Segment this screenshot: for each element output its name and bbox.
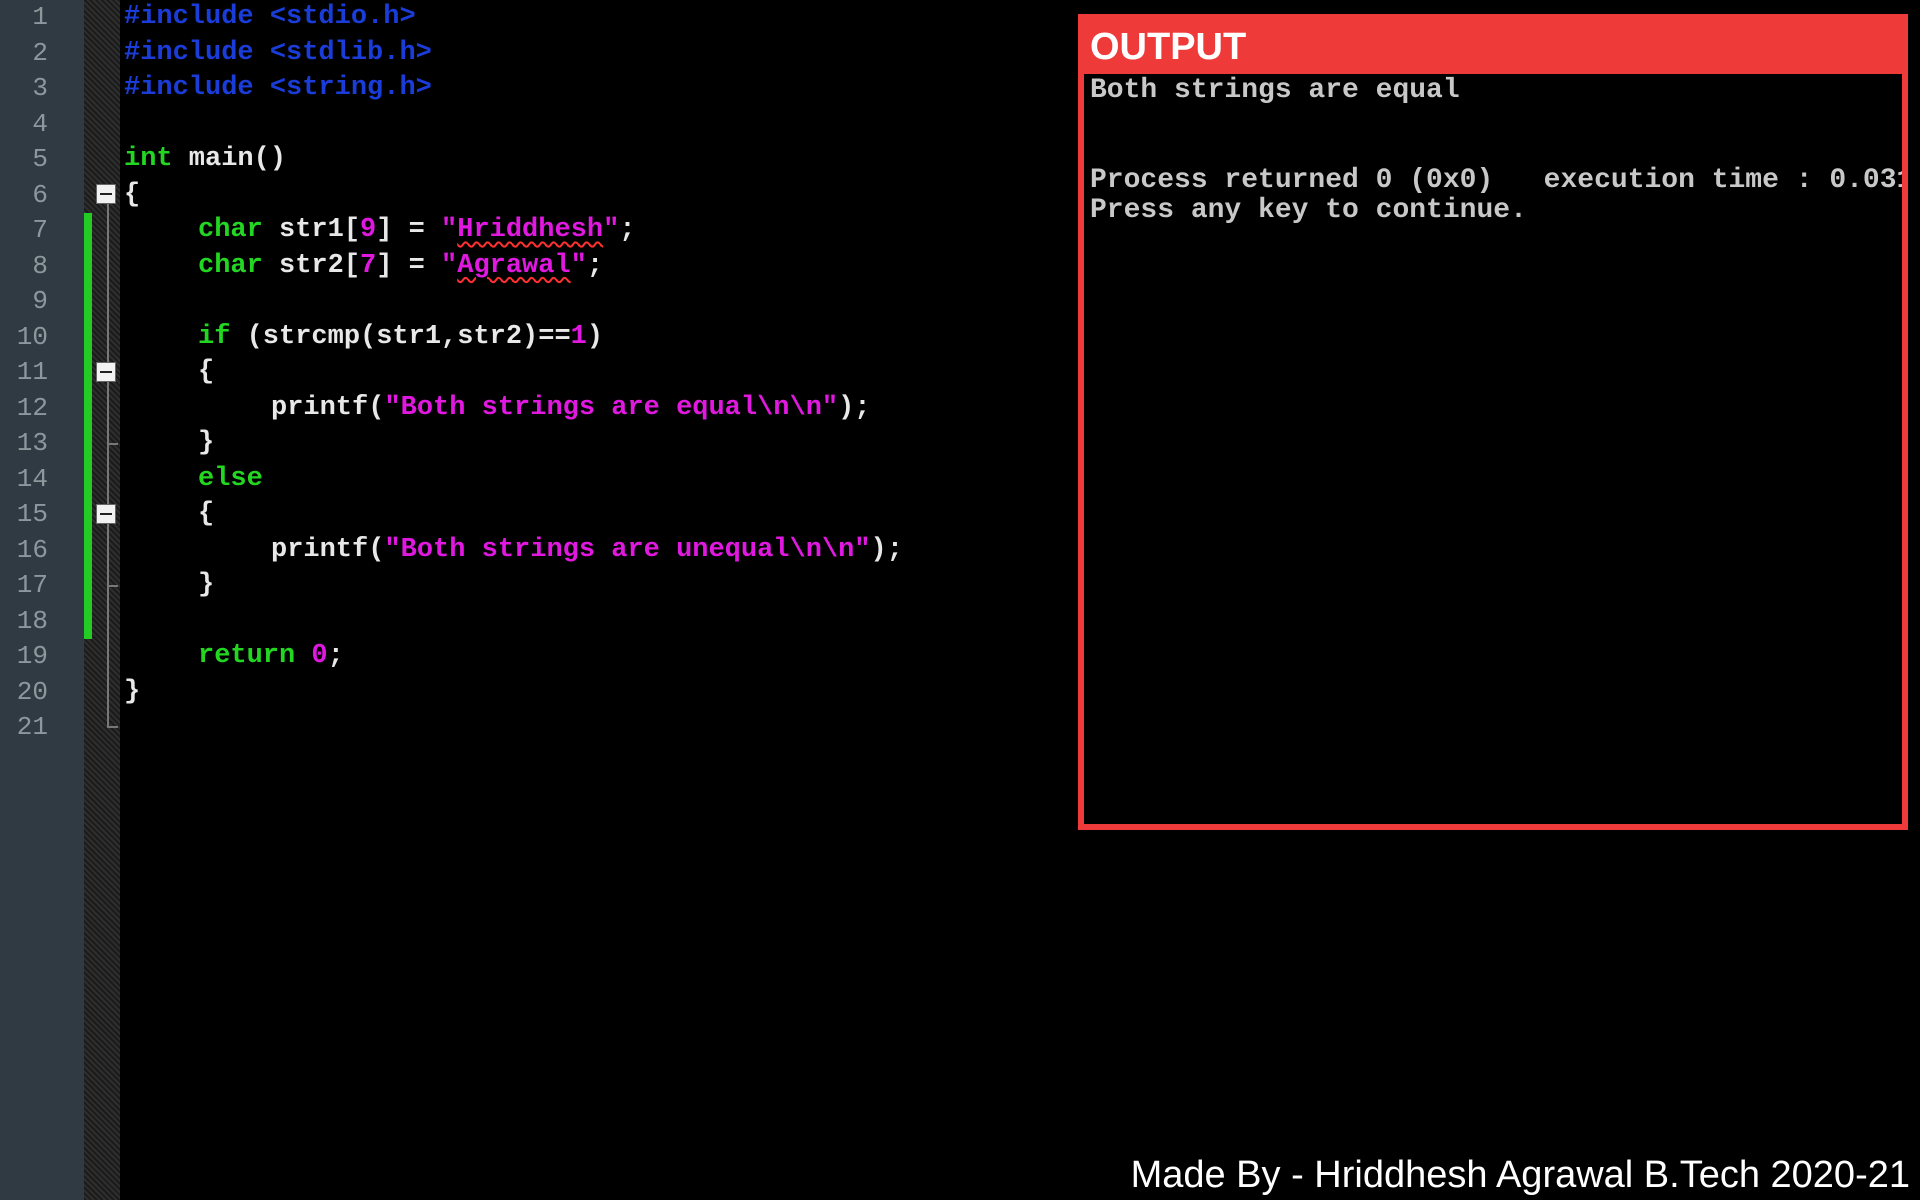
code-line-1: #include <stdio.h>	[124, 2, 416, 32]
line-number: 10	[16, 321, 48, 352]
string-literal: "Both strings are unequal\n\n"	[384, 534, 871, 565]
number-literal: 9	[360, 215, 377, 245]
keyword: return	[198, 641, 296, 671]
line-number: 9	[32, 286, 48, 316]
console-line: Both strings are equal	[1090, 75, 1460, 106]
line-number: 16	[16, 534, 48, 565]
code-text: ;	[586, 250, 604, 281]
line-number: 1	[32, 2, 48, 32]
fold-collapse-icon[interactable]	[96, 362, 116, 382]
string-quote: "	[570, 250, 587, 281]
fold-guide-line	[107, 204, 109, 728]
console-output: Both strings are equal Process returned …	[1090, 76, 1902, 824]
code-line-8: char str2[7] = "Agrawal";	[198, 249, 603, 285]
code-text: ] =	[376, 250, 442, 281]
keyword: int	[124, 144, 173, 174]
code-text: printf(	[271, 534, 385, 565]
line-number: 8	[32, 250, 48, 281]
output-title: OUTPUT	[1084, 20, 1902, 74]
output-panel: OUTPUT Both strings are equal Process re…	[1078, 14, 1908, 830]
code-line-7: char str1[9] = "Hriddhesh";	[198, 213, 635, 249]
fold-end-marker	[108, 443, 118, 445]
code-line-10: if (strcmp(str1,str2)==1)	[198, 320, 603, 356]
code-line-5: int main()	[124, 142, 286, 178]
code-text: ] =	[376, 215, 442, 245]
code-line-14: else	[198, 463, 263, 494]
code-line-20: }	[124, 676, 141, 707]
line-number: 13	[16, 428, 48, 458]
line-number: 11	[16, 357, 48, 387]
code-line-2: #include <stdlib.h>	[124, 37, 432, 68]
code-line-15: {	[198, 499, 215, 529]
code-line-16: printf("Both strings are unequal\n\n");	[271, 533, 903, 569]
keyword: char	[198, 250, 263, 281]
fold-collapse-icon[interactable]	[96, 504, 116, 524]
code-text: str2[	[262, 250, 361, 281]
code-line-3: #include <string.h>	[124, 73, 432, 103]
line-number: 17	[16, 570, 48, 600]
code-text: printf(	[271, 392, 385, 423]
string-quote: "	[603, 215, 620, 245]
number-literal: 1	[570, 321, 587, 352]
line-number: 5	[32, 144, 48, 174]
code-text: ;	[619, 215, 636, 245]
line-number: 20	[16, 676, 48, 707]
code-text: );	[870, 534, 903, 565]
code-line-6: {	[124, 179, 141, 210]
line-number: 4	[32, 108, 48, 139]
change-marker-bar	[84, 213, 92, 639]
string-literal: "Both strings are equal\n\n"	[384, 392, 839, 423]
number-literal: 7	[360, 250, 377, 281]
code-text: (strcmp(str1,str2)==	[230, 321, 571, 352]
string-quote: "	[441, 250, 458, 281]
console-line: Press any key to continue.	[1090, 195, 1527, 226]
console-line: Process returned 0 (0x0) execution time …	[1090, 165, 1908, 196]
code-line-11: {	[198, 357, 215, 387]
fold-end-marker	[108, 726, 118, 728]
code-line-17: }	[198, 570, 215, 600]
author-credit: Made By - Hriddhesh Agrawal B.Tech 2020-…	[1130, 1154, 1910, 1196]
number-literal: 0	[311, 641, 328, 671]
string-quote: "	[441, 215, 458, 245]
keyword: char	[198, 215, 263, 245]
line-number: 7	[32, 215, 48, 245]
code-text: str1[	[262, 215, 361, 245]
line-number: 2	[32, 37, 48, 68]
line-number: 14	[16, 463, 48, 494]
string-literal: Hriddhesh	[457, 215, 604, 245]
line-number: 3	[32, 73, 48, 103]
code-text: ;	[327, 641, 344, 671]
string-literal: Agrawal	[457, 250, 571, 281]
line-number: 12	[16, 392, 48, 423]
line-number: 15	[16, 499, 48, 529]
code-text: );	[838, 392, 871, 423]
keyword: if	[198, 321, 231, 352]
line-number: 19	[16, 641, 48, 671]
line-number: 21	[16, 712, 48, 742]
code-line-12: printf("Both strings are equal\n\n");	[271, 391, 871, 427]
fold-collapse-icon[interactable]	[96, 184, 116, 204]
code-line-19: return 0;	[198, 639, 344, 675]
code-text: main()	[172, 144, 287, 174]
line-number: 18	[16, 605, 48, 636]
line-number: 6	[32, 179, 48, 210]
code-text: )	[586, 321, 604, 352]
fold-end-marker	[108, 585, 118, 587]
code-line-13: }	[198, 428, 215, 458]
